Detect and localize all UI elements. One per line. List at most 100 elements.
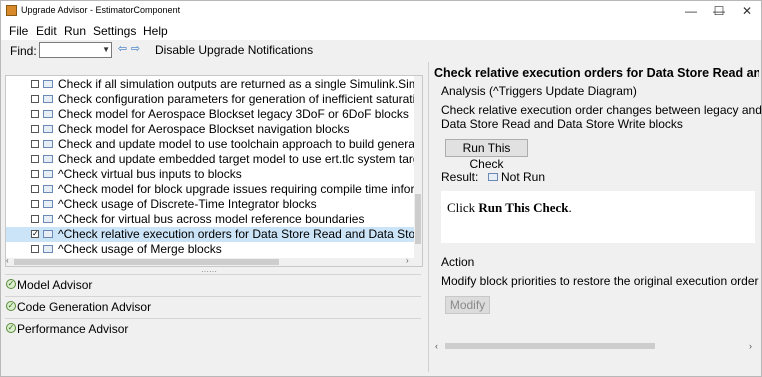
check-label: Check if all simulation outputs are retu… xyxy=(58,77,414,91)
run-this-check-button[interactable]: Run This Check xyxy=(445,139,528,171)
result-report-bold: Run This Check xyxy=(478,200,569,215)
action-heading: Action xyxy=(441,255,475,269)
check-list-item[interactable]: Check configuration parameters for gener… xyxy=(6,92,414,107)
check-list-item[interactable]: Check model for Aerospace Blockset legac… xyxy=(6,107,414,122)
result-report-suffix: . xyxy=(568,200,572,215)
pane-divider[interactable] xyxy=(428,62,429,372)
check-circle-icon: ✓ xyxy=(6,323,16,333)
tree-horizontal-scroll-thumb[interactable] xyxy=(14,259,279,265)
scroll-right-icon[interactable]: › xyxy=(749,341,752,351)
minimize-button[interactable]: — xyxy=(677,1,705,22)
model-advisor-bar[interactable]: ✓ Model Advisor xyxy=(5,274,421,295)
chevron-down-icon[interactable]: ▼ xyxy=(102,43,110,57)
check-tree: Check if all simulation outputs are retu… xyxy=(5,75,423,267)
check-checkbox[interactable] xyxy=(31,200,39,208)
check-list-item[interactable]: Check and update embedded target model t… xyxy=(6,152,414,167)
menu-help[interactable]: Help xyxy=(143,24,168,38)
check-list-item[interactable]: ^Check virtual bus inputs to blocks xyxy=(6,167,414,182)
menu-file[interactable]: File xyxy=(9,24,28,38)
tree-horizontal-scrollbar[interactable]: ‹ › xyxy=(6,256,414,266)
check-status-icon xyxy=(43,155,53,163)
check-checkbox[interactable]: ✓ xyxy=(31,230,39,238)
detail-horizontal-scroll-thumb[interactable] xyxy=(445,343,655,349)
check-status-icon xyxy=(43,170,53,178)
check-list-item[interactable]: ^Check model for block upgrade issues re… xyxy=(6,182,414,197)
check-status-icon xyxy=(43,95,53,103)
check-label: ^Check usage of Merge blocks xyxy=(58,242,222,256)
check-circle-icon: ✓ xyxy=(6,301,16,311)
model-advisor-label: Model Advisor xyxy=(17,278,93,292)
tree-vertical-scroll-thumb[interactable] xyxy=(415,194,421,244)
check-status-icon xyxy=(43,215,53,223)
check-list-item[interactable]: Check if all simulation outputs are retu… xyxy=(6,77,414,92)
analysis-heading: Analysis (^Triggers Update Diagram) xyxy=(441,84,637,98)
toolbar: Find: ▼ ⇦ ⇨ Disable Upgrade Notification… xyxy=(1,40,761,62)
find-label: Find: xyxy=(10,44,37,58)
check-checkbox[interactable] xyxy=(31,95,39,103)
check-label: Check model for Aerospace Blockset navig… xyxy=(58,122,350,136)
check-status-icon xyxy=(43,185,53,193)
performance-advisor-bar[interactable]: ✓ Performance Advisor xyxy=(5,318,421,339)
check-label: Check and update embedded target model t… xyxy=(58,152,414,166)
analysis-description-line-2: Data Store Read and Data Store Write blo… xyxy=(441,117,683,131)
check-checkbox[interactable] xyxy=(31,215,39,223)
tree-vertical-scrollbar[interactable] xyxy=(414,76,422,266)
maximize-button[interactable]: ☐ xyxy=(705,1,733,22)
check-label: ^Check usage of Discrete-Time Integrator… xyxy=(58,197,317,211)
check-label: Check model for Aerospace Blockset legac… xyxy=(58,107,409,121)
check-checkbox[interactable] xyxy=(31,125,39,133)
check-checkbox[interactable] xyxy=(31,140,39,148)
disable-upgrade-notifications-button[interactable]: Disable Upgrade Notifications xyxy=(155,43,313,57)
analysis-description-line-1: Check relative execution order changes b… xyxy=(441,103,762,117)
check-checkbox[interactable] xyxy=(31,155,39,163)
check-circle-icon: ✓ xyxy=(6,279,16,289)
check-status-icon xyxy=(43,200,53,208)
result-value: Not Run xyxy=(501,170,546,184)
matlab-app-icon xyxy=(6,5,17,16)
check-status-icon xyxy=(43,245,53,253)
code-generation-advisor-label: Code Generation Advisor xyxy=(17,300,152,314)
check-list-item[interactable]: ^Check usage of Merge blocks xyxy=(6,242,414,257)
check-checkbox[interactable] xyxy=(31,245,39,253)
title-bar: Upgrade Advisor - EstimatorComponent — —… xyxy=(1,1,761,22)
menu-edit[interactable]: Edit xyxy=(36,24,57,38)
scroll-left-icon[interactable]: ‹ xyxy=(6,256,9,265)
check-checkbox[interactable] xyxy=(31,110,39,118)
detail-horizontal-scrollbar[interactable]: ‹ › xyxy=(435,341,757,351)
check-status-icon xyxy=(43,230,53,238)
result-report-prefix: Click xyxy=(447,200,479,215)
upgrade-advisor-window: Upgrade Advisor - EstimatorComponent — —… xyxy=(0,0,762,377)
menu-bar: File Edit Run Settings Help xyxy=(1,22,761,40)
check-status-icon xyxy=(43,80,53,88)
window-title: Upgrade Advisor - EstimatorComponent xyxy=(21,5,181,15)
find-input[interactable]: ▼ xyxy=(39,42,112,58)
check-checkbox[interactable] xyxy=(31,185,39,193)
check-label: ^Check relative execution orders for Dat… xyxy=(58,227,414,241)
check-checkbox[interactable] xyxy=(31,170,39,178)
check-list-item[interactable]: ^Check usage of Discrete-Time Integrator… xyxy=(6,197,414,212)
check-title: Check relative execution orders for Data… xyxy=(434,66,759,80)
check-status-icon xyxy=(43,125,53,133)
scroll-left-icon[interactable]: ‹ xyxy=(435,341,438,351)
check-label: ^Check for virtual bus across model refe… xyxy=(58,212,365,226)
code-generation-advisor-bar[interactable]: ✓ Code Generation Advisor xyxy=(5,296,421,317)
modify-button[interactable]: Modify xyxy=(445,296,490,314)
check-label: ^Check model for block upgrade issues re… xyxy=(58,182,414,196)
result-report-text: Click Run This Check. xyxy=(447,200,572,216)
find-next-icon[interactable]: ⇨ xyxy=(130,42,141,56)
menu-settings[interactable]: Settings xyxy=(93,24,136,38)
performance-advisor-label: Performance Advisor xyxy=(17,322,129,336)
check-status-icon xyxy=(43,140,53,148)
check-checkbox[interactable] xyxy=(31,80,39,88)
scroll-right-icon[interactable]: › xyxy=(406,256,409,265)
check-list-item[interactable]: ✓ ^Check relative execution orders for Da… xyxy=(6,227,414,242)
check-list-item[interactable]: Check and update model to use toolchain … xyxy=(6,137,414,152)
close-button[interactable]: ✕ xyxy=(733,1,761,22)
check-label: Check configuration parameters for gener… xyxy=(58,92,414,106)
check-label: Check and update model to use toolchain … xyxy=(58,137,414,151)
result-label: Result: xyxy=(441,170,479,184)
check-list-item[interactable]: Check model for Aerospace Blockset navig… xyxy=(6,122,414,137)
check-list-item[interactable]: ^Check for virtual bus across model refe… xyxy=(6,212,414,227)
menu-run[interactable]: Run xyxy=(64,24,86,38)
find-previous-icon[interactable]: ⇦ xyxy=(117,42,128,56)
